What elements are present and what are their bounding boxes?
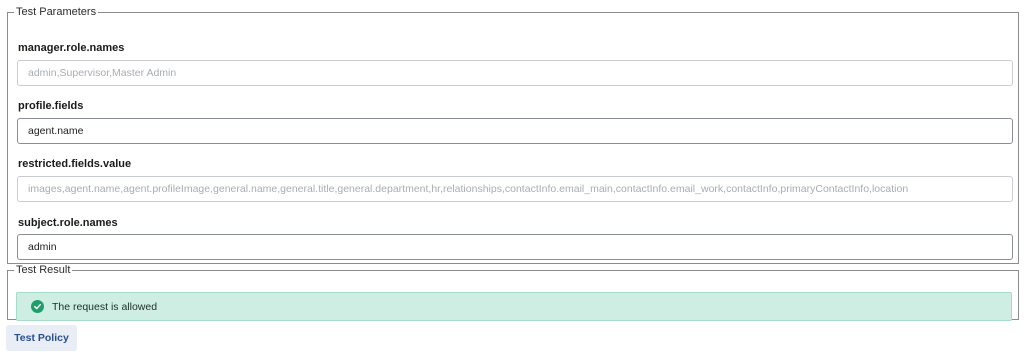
restricted-fields-value-label: restricted.fields.value (18, 158, 132, 170)
test-result-group: Test Result The request is allowed (7, 264, 1019, 321)
profile-fields-label: profile.fields (18, 100, 84, 112)
manager-role-names-input[interactable] (17, 60, 1013, 86)
result-message: The request is allowed (52, 300, 158, 313)
check-circle-icon (31, 300, 44, 313)
success-alert: The request is allowed (16, 292, 1012, 321)
subject-role-names-input[interactable] (17, 234, 1013, 260)
restricted-fields-value-input[interactable] (17, 176, 1013, 202)
test-parameters-group: Test Parameters manager.role.names profi… (7, 6, 1019, 264)
test-parameters-legend: Test Parameters (16, 6, 97, 18)
manager-role-names-label: manager.role.names (18, 42, 125, 54)
test-policy-button[interactable]: Test Policy (6, 325, 77, 351)
subject-role-names-label: subject.role.names (18, 217, 118, 229)
test-result-legend: Test Result (16, 264, 71, 276)
profile-fields-input[interactable] (17, 118, 1013, 144)
